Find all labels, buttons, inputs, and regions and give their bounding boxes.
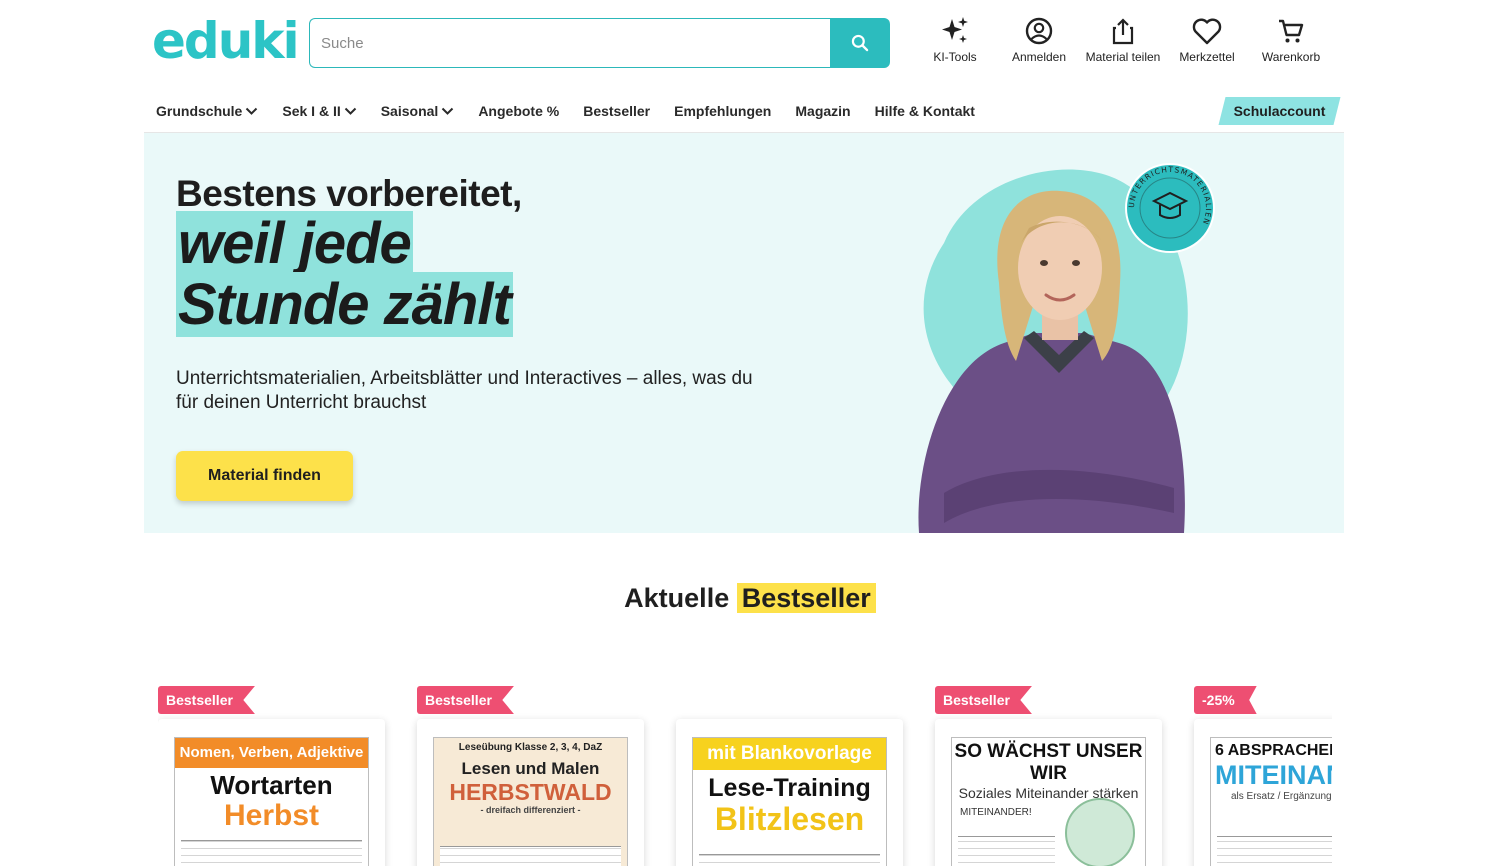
cart-button[interactable]: Warenkorb bbox=[1246, 14, 1336, 64]
heart-icon bbox=[1190, 14, 1224, 48]
ki-tools-label: KI-Tools bbox=[933, 50, 977, 64]
schulaccount-label: Schulaccount bbox=[1233, 103, 1326, 119]
product-card[interactable]: SO WÄCHST UNSER WIR Soziales Miteinander… bbox=[935, 719, 1162, 866]
share-material-button[interactable]: Material teilen bbox=[1078, 14, 1168, 64]
hero-heading-line1: Bestens vorbereitet, bbox=[176, 173, 522, 214]
product-card[interactable]: 6 ABSPRACHEN F MITEINAN als Ersatz / Erg… bbox=[1194, 719, 1332, 866]
nav-item-bestseller[interactable]: Bestseller bbox=[583, 103, 650, 119]
nav-item-angebote[interactable]: Angebote % bbox=[478, 103, 559, 119]
bestseller-badge: Bestseller bbox=[158, 686, 255, 714]
product-thumbnail: 6 ABSPRACHEN F MITEINAN als Ersatz / Erg… bbox=[1210, 737, 1332, 866]
share-icon bbox=[1106, 14, 1140, 48]
nav-item-magazin[interactable]: Magazin bbox=[795, 103, 850, 119]
bestseller-badge: Bestseller bbox=[935, 686, 1032, 714]
chevron-down-icon bbox=[245, 107, 258, 116]
main-nav: Grundschule Sek I & II Saisonal Angebote… bbox=[156, 100, 999, 122]
hero-subtitle: Unterrichtsmaterialien, Arbeitsblätter u… bbox=[176, 368, 753, 413]
bestseller-badge: Bestseller bbox=[417, 686, 514, 714]
search-bar bbox=[309, 18, 890, 68]
schulaccount-button[interactable]: Schulaccount bbox=[1218, 97, 1341, 125]
product-card[interactable]: Leseübung Klasse 2, 3, 4, DaZ Lesen und … bbox=[417, 719, 644, 866]
hero-teacher-image: UNTERRICHTSMATERIALIEN bbox=[918, 163, 1215, 533]
hero-heading-line2: weil jede bbox=[176, 211, 413, 276]
wishlist-label: Merkzettel bbox=[1179, 50, 1235, 64]
ki-tools-button[interactable]: KI-Tools bbox=[910, 14, 1000, 64]
share-material-label: Material teilen bbox=[1085, 50, 1161, 64]
product-card[interactable]: mit Blankovorlage Lese-Training Blitzles… bbox=[676, 719, 903, 866]
login-label: Anmelden bbox=[1011, 50, 1067, 64]
nav-item-sek[interactable]: Sek I & II bbox=[282, 103, 356, 119]
search-input[interactable] bbox=[309, 18, 830, 68]
eduki-logo[interactable]: eduki bbox=[152, 16, 300, 66]
discount-badge: -25% bbox=[1194, 686, 1257, 714]
bestseller-section-title: Aktuelle Bestseller bbox=[0, 583, 1500, 614]
product-card[interactable]: Nomen, Verben, Adjektive Wortarten Herbs… bbox=[158, 719, 385, 866]
nav-item-grundschule[interactable]: Grundschule bbox=[156, 103, 258, 119]
login-button[interactable]: Anmelden bbox=[994, 14, 1084, 64]
search-icon bbox=[851, 34, 869, 52]
hero-banner: Bestens vorbereitet, weil jede Stunde zä… bbox=[144, 133, 1344, 533]
nav-item-hilfe[interactable]: Hilfe & Kontakt bbox=[875, 103, 975, 119]
find-material-button[interactable]: Material finden bbox=[176, 451, 353, 501]
chevron-down-icon bbox=[344, 107, 357, 116]
bestseller-carousel: Nomen, Verben, Adjektive Wortarten Herbs… bbox=[158, 686, 1332, 866]
nav-item-saisonal[interactable]: Saisonal bbox=[381, 103, 455, 119]
product-thumbnail: SO WÄCHST UNSER WIR Soziales Miteinander… bbox=[951, 737, 1146, 866]
user-circle-icon bbox=[1022, 14, 1056, 48]
hero-heading-line3: Stunde zählt bbox=[176, 272, 513, 337]
cart-icon bbox=[1274, 14, 1308, 48]
cart-label: Warenkorb bbox=[1261, 50, 1321, 64]
product-thumbnail: Nomen, Verben, Adjektive Wortarten Herbs… bbox=[174, 737, 369, 866]
sparkles-icon bbox=[938, 14, 972, 48]
search-button[interactable] bbox=[830, 18, 890, 68]
chevron-down-icon bbox=[441, 107, 454, 116]
product-thumbnail: Leseübung Klasse 2, 3, 4, DaZ Lesen und … bbox=[433, 737, 628, 866]
product-thumbnail: mit Blankovorlage Lese-Training Blitzles… bbox=[692, 737, 887, 866]
wishlist-button[interactable]: Merkzettel bbox=[1162, 14, 1252, 64]
nav-item-empfehlungen[interactable]: Empfehlungen bbox=[674, 103, 771, 119]
